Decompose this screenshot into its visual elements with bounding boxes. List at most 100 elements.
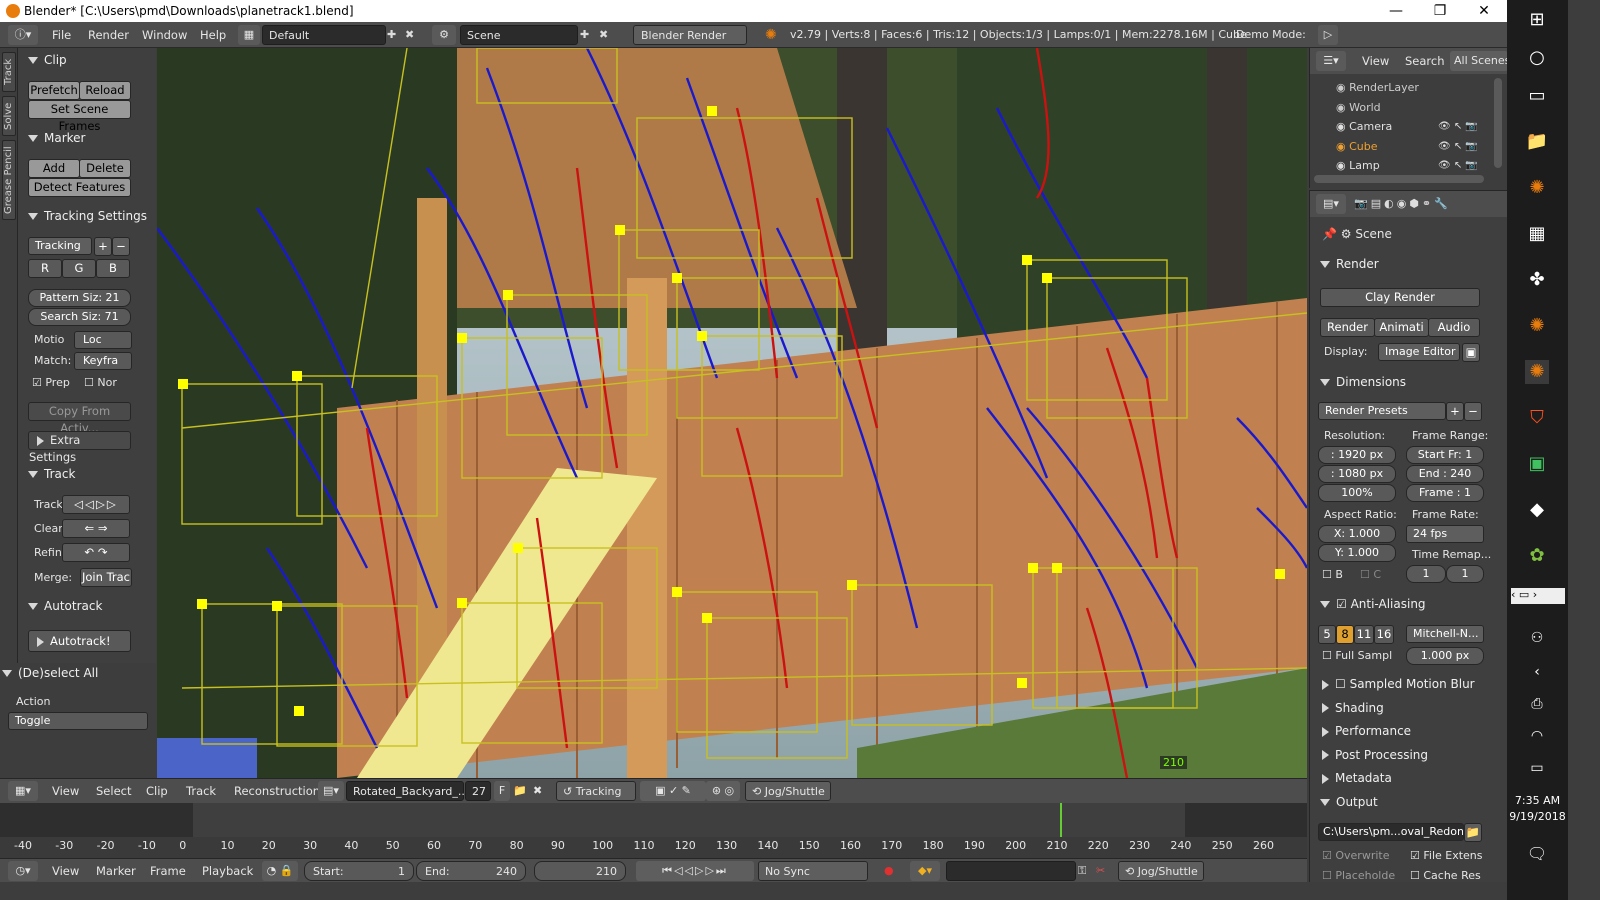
overwrite-checkbox[interactable]: ☑ Overwrite (1322, 847, 1389, 865)
terminal-icon[interactable]: ▣ (1525, 452, 1549, 476)
start-frame-field[interactable]: Start: 1 (304, 861, 414, 881)
cortana-icon[interactable]: ○ (1525, 46, 1549, 70)
tray-chevron-icon[interactable]: ‹ (1525, 660, 1549, 684)
render-audio-button[interactable]: Audio (1428, 318, 1480, 337)
info-editor-type-icon[interactable]: ⓘ▾ (8, 25, 38, 45)
set-scene-frames-button[interactable]: Set Scene Frames (28, 100, 131, 133)
render-image-button[interactable]: Render (1320, 318, 1375, 337)
remove-scene-icon[interactable]: ✖ (599, 25, 608, 45)
autotrack-button[interactable]: Autotrack! (28, 630, 131, 652)
timeline-menu-view[interactable]: View (52, 861, 79, 881)
outliner-item[interactable]: ◉ World (1310, 98, 1494, 118)
file-extensions-checkbox[interactable]: ☑ File Extens (1410, 847, 1483, 865)
outliner-filter-select[interactable]: All Scenes (1450, 51, 1508, 71)
pattern-size-field[interactable]: Pattern Siz: 21 (28, 289, 131, 307)
panel-tracking-settings-header[interactable]: Tracking Settings (22, 206, 154, 226)
lock-interface-icon[interactable]: ▣ (1462, 343, 1480, 362)
extra-settings-toggle[interactable]: Extra Settings (28, 431, 131, 464)
aspect-y-field[interactable]: Y: 1.000 (1318, 544, 1396, 562)
app-icon-green[interactable]: ✿ (1525, 544, 1549, 568)
clip-menu-reconstruction[interactable]: Reconstruction (234, 781, 320, 801)
prefetch-button[interactable]: Prefetch (28, 81, 80, 100)
app-grid-icon[interactable]: ✤ (1525, 268, 1549, 292)
panel-output-header[interactable]: Output (1314, 791, 1494, 813)
add-scene-icon[interactable]: ✚ (580, 25, 589, 45)
blender-app-icon[interactable]: ✺ (1525, 176, 1549, 200)
action-select[interactable]: Toggle (8, 712, 148, 730)
clip-open-icon[interactable]: 📁 (513, 781, 527, 801)
sync-mode-select[interactable]: No Sync (758, 861, 868, 881)
visibility-icons[interactable]: 👁 ↖ 📷 (1438, 156, 1478, 175)
track-buttons[interactable]: ◁◁▷▷ (62, 495, 130, 514)
outliner-item[interactable]: ◉ Camera 👁 ↖ 📷 (1310, 117, 1494, 137)
panel-marker-header[interactable]: Marker (22, 128, 154, 148)
demo-play-icon[interactable]: ▷ (1318, 25, 1338, 45)
collapsed-panel-header[interactable]: Shading (1310, 697, 1508, 721)
clip-menu-clip[interactable]: Clip (146, 781, 168, 801)
timeline-jog-shuttle-button[interactable]: ⟲ Jog/Shuttle (1118, 861, 1204, 881)
render-preset-button[interactable]: Clay Render (1320, 288, 1480, 307)
resolution-percentage-field[interactable]: 100% (1318, 484, 1396, 502)
blender-app-icon-2[interactable]: ✺ (1525, 314, 1549, 338)
tab-grease-pencil[interactable]: Grease Pencil (2, 140, 16, 220)
menu-help[interactable]: Help (200, 25, 226, 45)
copy-from-active-button[interactable]: Copy From Activ... (28, 402, 131, 435)
outliner-menu-search[interactable]: Search (1405, 51, 1445, 71)
menu-window[interactable]: Window (142, 25, 187, 45)
operator-title[interactable]: (De)select All (2, 663, 134, 683)
border-checkbox[interactable]: ☐ B (1322, 566, 1343, 584)
task-view-icon[interactable]: ▭ (1525, 84, 1549, 108)
timeline-menu-frame[interactable]: Frame (150, 861, 186, 881)
insert-keyframe-icon[interactable]: ⚿ (1078, 861, 1086, 881)
usb-icon[interactable]: ⎙ (1525, 692, 1549, 716)
outliner-menu-view[interactable]: View (1362, 51, 1389, 71)
menu-file[interactable]: File (52, 25, 71, 45)
crop-checkbox[interactable]: ☐ C (1360, 566, 1381, 584)
detect-features-button[interactable]: Detect Features (28, 178, 131, 197)
channel-g-toggle[interactable]: G (62, 259, 96, 278)
prepass-checkbox[interactable]: ☑ Prep (32, 374, 70, 392)
restore-button[interactable]: ❐ (1418, 0, 1462, 22)
aa-samples-16[interactable]: 16 (1374, 625, 1394, 644)
clip-mode-select[interactable]: ↺ Tracking (556, 781, 636, 801)
remove-render-preset-icon[interactable]: − (1464, 402, 1482, 421)
join-tracks-button[interactable]: Join Trac (80, 568, 132, 587)
clip-editor-type-icon[interactable]: ▦▾ (8, 781, 38, 801)
match-select[interactable]: Keyfra (74, 352, 132, 370)
pivot-icons[interactable]: ⊛ ◎ (706, 781, 740, 801)
aa-samples-8[interactable]: 8 (1336, 625, 1354, 644)
properties-context-tabs[interactable]: 📷▤◐◉⬢⚭🔧 (1354, 194, 1498, 214)
file-explorer-icon[interactable]: 📁 (1525, 130, 1549, 154)
render-engine-select[interactable]: Blender Render (633, 25, 747, 45)
clock-date[interactable]: 9/19/2018 (1507, 810, 1568, 823)
aa-filter-select[interactable]: Mitchell-N... (1406, 625, 1484, 643)
search-size-field[interactable]: Search Siz: 71 (28, 308, 131, 326)
properties-editor-type-icon[interactable]: ▤▾ (1316, 194, 1346, 214)
view-options-icons[interactable]: ▣ ✓ ✎ (640, 781, 706, 801)
keying-icon[interactable]: ◆▾ (910, 861, 940, 881)
aa-samples-5[interactable]: 5 (1318, 625, 1336, 644)
start-frame-prop-field[interactable]: Start Fr: 1 (1406, 446, 1484, 464)
action-center-icon[interactable]: 🗨 (1525, 842, 1549, 866)
panel-anti-aliasing-header[interactable]: ☑ Anti-Aliasing (1314, 593, 1494, 615)
visibility-icons[interactable]: 👁 ↖ 📷 (1438, 117, 1478, 136)
panel-track-header[interactable]: Track (22, 464, 154, 484)
aa-filter-size-field[interactable]: 1.000 px (1406, 647, 1484, 665)
fake-user-button[interactable]: F (494, 781, 510, 801)
current-frame-cursor[interactable] (1060, 803, 1062, 837)
output-browse-icon[interactable]: 📁 (1464, 823, 1482, 842)
screen-layout-field[interactable]: Default (262, 25, 386, 45)
preview-range-icons[interactable]: ◔ 🔒 (262, 861, 298, 881)
add-render-preset-icon[interactable]: + (1446, 402, 1464, 421)
tab-solve[interactable]: Solve (2, 96, 16, 136)
playback-controls[interactable]: ⏮◁◁▷▷⏭ (636, 861, 754, 881)
scene-icon[interactable]: ⚙ (432, 25, 456, 45)
normalize-checkbox[interactable]: ☐ Nor (84, 374, 117, 392)
screen-layout-icon[interactable]: ▦ (238, 25, 260, 45)
clip-viewport[interactable]: 210 (157, 48, 1307, 778)
clip-menu-view[interactable]: View (52, 781, 79, 801)
end-frame-field[interactable]: End: 240 (416, 861, 526, 881)
menu-render[interactable]: Render (88, 25, 129, 45)
tray-scroll[interactable]: ‹ ▭ › (1511, 588, 1565, 604)
clip-unlink-icon[interactable]: ✖ (533, 781, 542, 801)
